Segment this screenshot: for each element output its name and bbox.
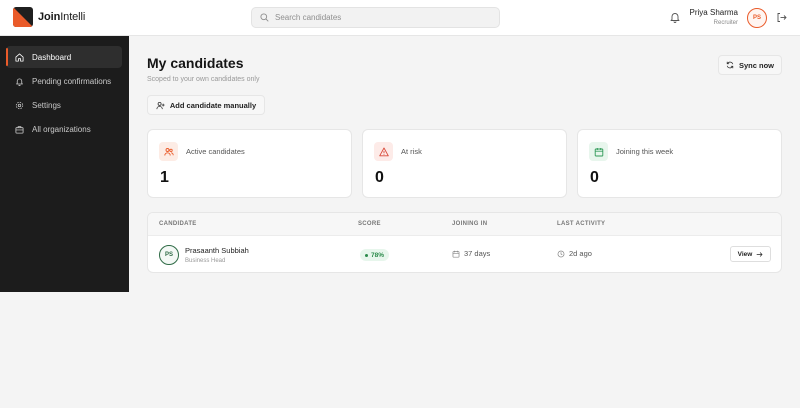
search-icon [260, 13, 269, 22]
add-candidate-button[interactable]: Add candidate manually [147, 95, 265, 115]
briefcase-icon [15, 125, 24, 134]
sidebar-item-label: Pending confirmations [32, 76, 112, 86]
stat-card-joining-this-week: Joining this week 0 [577, 129, 782, 198]
sidebar-item-pending-confirmations[interactable]: Pending confirmations [6, 70, 122, 92]
column-header-candidate: CANDIDATE [159, 221, 197, 227]
column-header-last-activity: LAST ACTIVITY [557, 221, 606, 227]
calendar-icon [589, 142, 608, 161]
candidates-table: CANDIDATE SCORE JOINING IN LAST ACTIVITY… [147, 212, 782, 273]
stat-card-active-candidates: Active candidates 1 [147, 129, 352, 198]
add-user-icon [156, 101, 165, 109]
add-candidate-label: Add candidate manually [169, 100, 257, 110]
user-name: Priya Sharma [689, 8, 738, 17]
user-info[interactable]: Priya Sharma Recruiter [690, 8, 738, 26]
warning-icon [374, 142, 393, 161]
score-value: 78% [371, 251, 385, 259]
table-row[interactable]: PS Prasaanth Subbiah Business Head 78% 3… [148, 236, 781, 272]
arrow-right-icon [757, 251, 763, 257]
calendar-icon [452, 250, 460, 258]
sidebar-item-label: All organizations [32, 124, 91, 134]
joining-in: 37 days [452, 249, 490, 258]
logout-icon[interactable] [776, 12, 787, 23]
sync-now-button[interactable]: Sync now [718, 55, 782, 75]
sidebar: Dashboard Pending confirmations Settings… [0, 36, 129, 292]
sidebar-item-label: Settings [32, 100, 61, 110]
refresh-icon [726, 61, 734, 69]
page-title: My candidates [147, 55, 244, 71]
user-avatar[interactable]: PS [747, 8, 767, 28]
stat-value: 1 [160, 169, 169, 186]
brand-name: JoinIntelli [38, 11, 86, 23]
users-icon [159, 142, 178, 161]
stat-label: At risk [401, 147, 422, 156]
candidate-role: Business Head [185, 258, 226, 264]
page-subtitle: Scoped to your own candidates only [147, 76, 260, 83]
candidate-avatar: PS [159, 245, 179, 265]
search-bar[interactable] [251, 7, 500, 28]
view-button[interactable]: View [730, 246, 771, 262]
notifications-bell-icon[interactable] [669, 11, 681, 23]
stat-value: 0 [375, 169, 384, 186]
home-icon [15, 52, 24, 62]
column-header-joining-in: JOINING IN [452, 221, 488, 227]
joining-in-value: 37 days [464, 249, 491, 258]
user-role: Recruiter [713, 20, 738, 26]
sidebar-item-dashboard[interactable]: Dashboard [6, 46, 122, 68]
last-activity-value: 2d ago [569, 249, 592, 258]
view-label: View [737, 250, 753, 258]
stat-label: Active candidates [186, 147, 245, 156]
stat-card-at-risk: At risk 0 [362, 129, 567, 198]
candidate-name[interactable]: Prasaanth Subbiah [185, 246, 249, 255]
bell-icon [16, 77, 23, 86]
column-header-score: SCORE [358, 221, 381, 227]
stat-label: Joining this week [616, 147, 674, 156]
clock-icon [557, 250, 565, 257]
last-activity: 2d ago [557, 249, 592, 258]
search-input[interactable] [275, 13, 485, 22]
gear-icon [15, 101, 24, 109]
table-header: CANDIDATE SCORE JOINING IN LAST ACTIVITY [148, 213, 781, 236]
sidebar-item-settings[interactable]: Settings [6, 94, 122, 116]
sidebar-item-label: Dashboard [32, 52, 72, 62]
top-bar: JoinIntelli Priya Sharma Recruiter PS [0, 0, 800, 36]
logo [13, 7, 33, 27]
brand[interactable]: JoinIntelli [13, 7, 85, 27]
sidebar-item-all-organizations[interactable]: All organizations [6, 118, 122, 140]
stat-value: 0 [590, 169, 599, 186]
score-dot [365, 253, 368, 257]
sync-now-label: Sync now [738, 60, 774, 70]
score-badge: 78% [360, 249, 390, 261]
